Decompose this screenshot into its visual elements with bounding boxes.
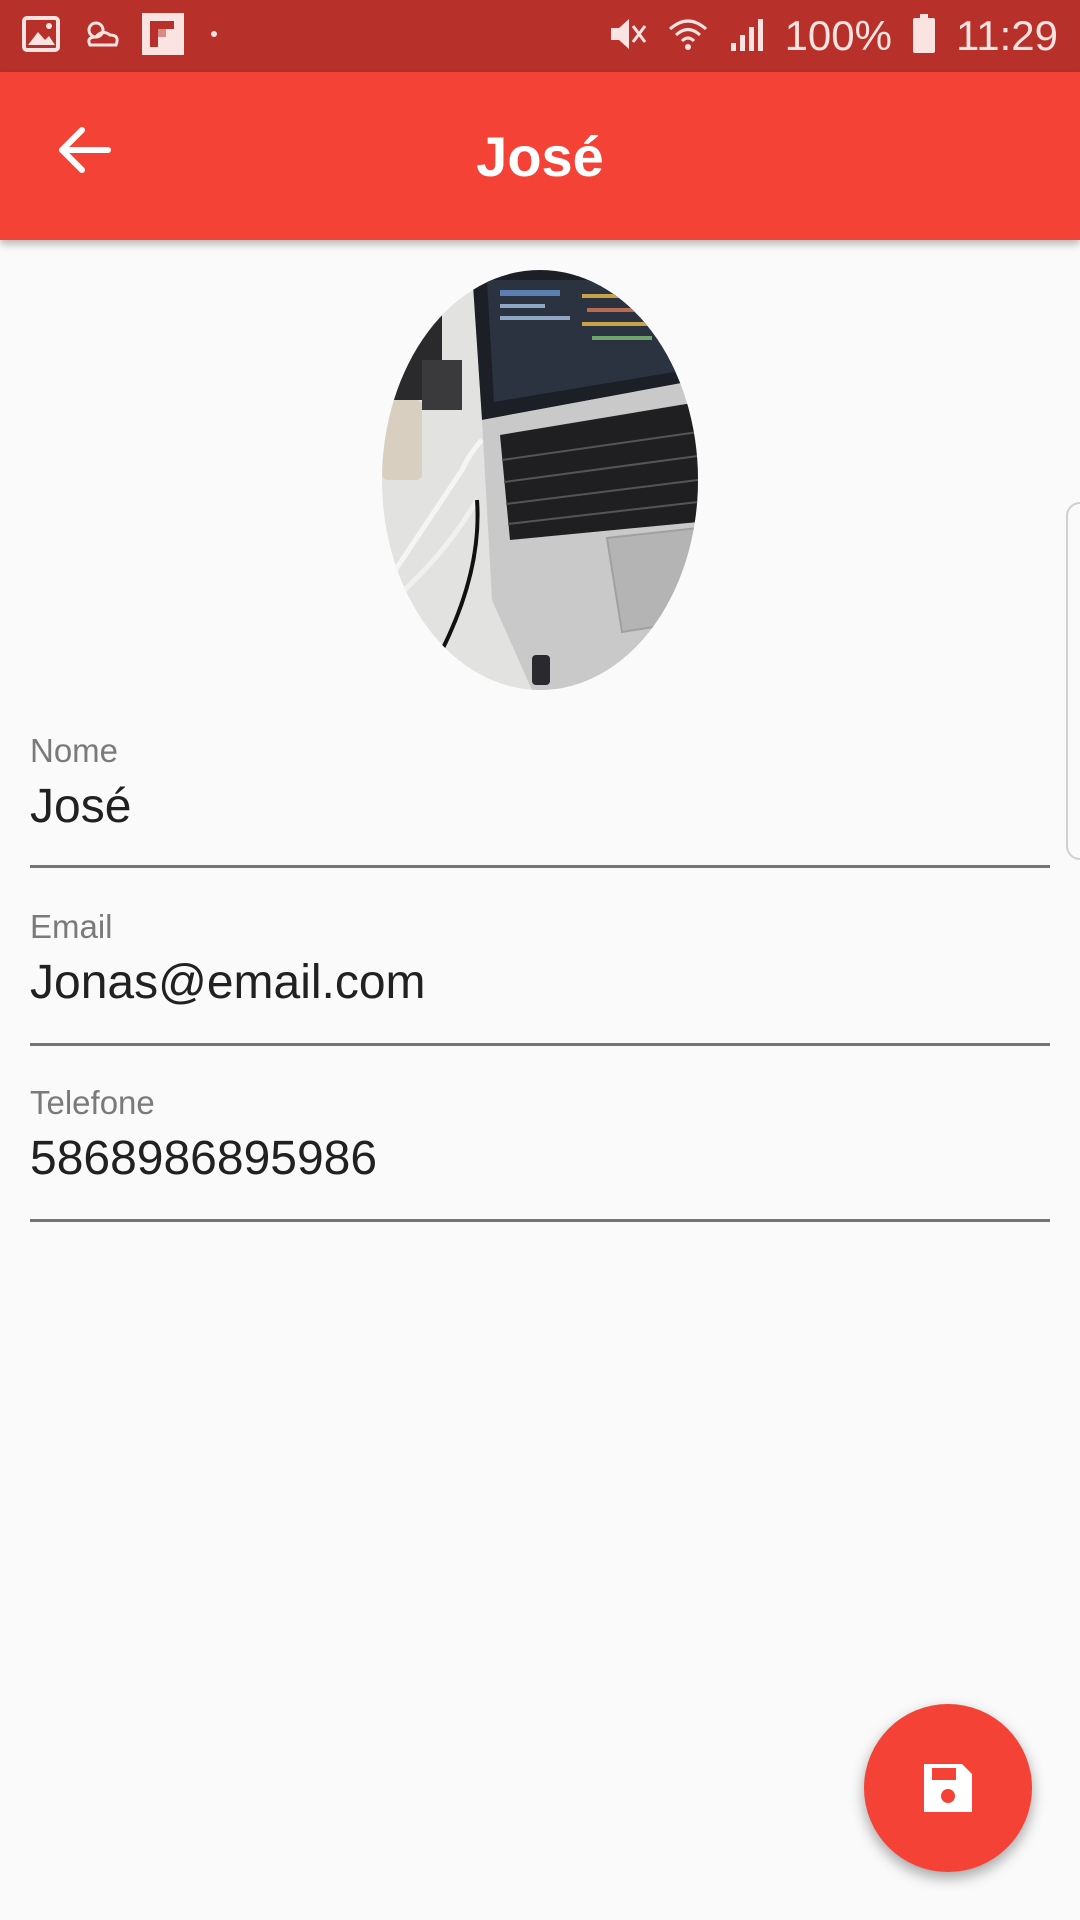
save-icon (924, 1764, 972, 1812)
email-field[interactable]: Email (30, 898, 1050, 1046)
page-title: José (476, 124, 604, 188)
battery-percent: 100% (784, 12, 892, 59)
email-input[interactable] (30, 950, 1050, 1014)
mute-icon (607, 15, 647, 58)
edge-panel-handle[interactable] (1066, 502, 1080, 860)
save-button[interactable] (864, 1704, 1032, 1872)
weather-icon (80, 15, 122, 58)
signal-icon (729, 15, 765, 58)
email-label: Email (30, 908, 113, 945)
gallery-icon (22, 15, 60, 58)
dot-icon (204, 24, 224, 49)
status-right-icons: 100% 11:29 (607, 12, 1058, 60)
name-input[interactable] (30, 774, 1050, 838)
battery-icon (912, 13, 936, 59)
contact-photo[interactable] (382, 270, 698, 690)
status-bar: 100% 11:29 (0, 0, 1080, 72)
laptop-photo-icon (382, 270, 698, 690)
status-left-icons (22, 12, 224, 60)
flipboard-icon (142, 12, 184, 60)
clock: 11:29 (956, 12, 1058, 59)
name-label: Nome (30, 732, 119, 769)
wifi-icon (667, 15, 709, 58)
phone-field[interactable]: Telefone (30, 1074, 1050, 1222)
phone-input[interactable] (30, 1126, 1050, 1190)
phone-label: Telefone (30, 1084, 155, 1121)
name-field[interactable]: Nome (30, 720, 1050, 868)
